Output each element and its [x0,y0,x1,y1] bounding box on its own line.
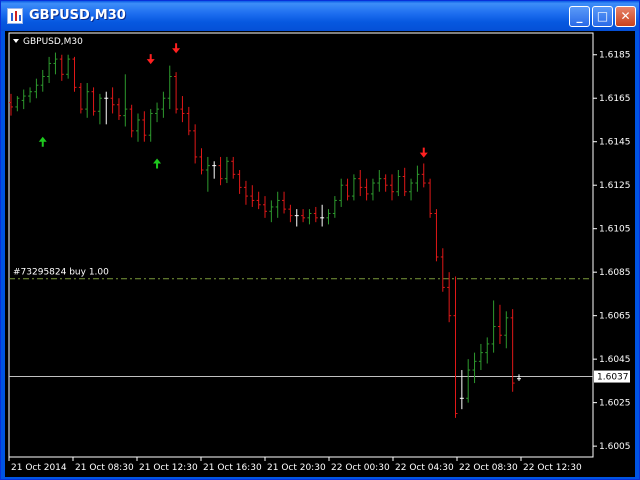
x-tick-label-8: 22 Oct 12:30 [523,463,582,473]
down-arrow-icon-1 [146,54,155,65]
x-tick-label-5: 22 Oct 00:30 [331,463,390,473]
x-tick-label-2: 21 Oct 12:30 [139,463,198,473]
maximize-button[interactable]: □ [592,6,613,27]
y-tick-label-4: 1.6105 [599,225,631,235]
window-title: GBPUSD,M30 [29,8,126,23]
chart-area[interactable]: 1.6185 1.6165 1.6145 1.6125 1.6105 1.6085 1.60… [5,31,635,477]
x-tick-label-1: 21 Oct 08:30 [75,463,134,473]
price-chart[interactable]: 1.6185 1.6165 1.6145 1.6125 1.6105 1.6085 1.60… [5,31,635,477]
close-button[interactable]: ✕ [615,6,636,27]
chart-window: GBPUSD,M30 _ □ ✕ 1.6185 1.6165 1.6145 1.612… [0,0,640,480]
x-tick-label-3: 21 Oct 16:30 [203,463,262,473]
y-tick-label-7: 1.6045 [599,355,631,365]
up-arrow-icon-0 [38,136,47,147]
down-arrow-icon-4 [419,147,428,158]
chart-symbol-label: GBPUSD,M30 [23,37,83,47]
minimize-button[interactable]: _ [569,6,590,27]
y-tick-label-5: 1.6085 [599,268,631,278]
x-tick-label-0: 21 Oct 2014 [11,463,67,473]
up-arrow-icon-2 [153,158,162,169]
order-label: #73295824 buy 1.00 [13,268,109,278]
y-tick-label-0: 1.6185 [599,51,631,61]
y-tick-label-1: 1.6165 [599,94,631,104]
y-tick-label-9: 1.6005 [599,442,631,452]
x-tick-label-6: 22 Oct 04:30 [395,463,454,473]
down-arrow-icon-3 [172,43,181,54]
y-tick-label-8: 1.6025 [599,399,631,409]
plot-frame [8,32,594,458]
x-tick-label-4: 21 Oct 20:30 [267,463,326,473]
y-tick-label-2: 1.6145 [599,138,631,148]
chart-menu-triangle-icon [13,39,19,43]
title-bar[interactable]: GBPUSD,M30 _ □ ✕ [1,1,639,31]
y-tick-label-3: 1.6125 [599,181,631,191]
y-tick-label-6: 1.6065 [599,312,631,322]
chart-app-icon[interactable] [7,8,23,24]
current-price-label: 1.6037 [597,373,629,383]
x-tick-label-7: 22 Oct 08:30 [459,463,518,473]
